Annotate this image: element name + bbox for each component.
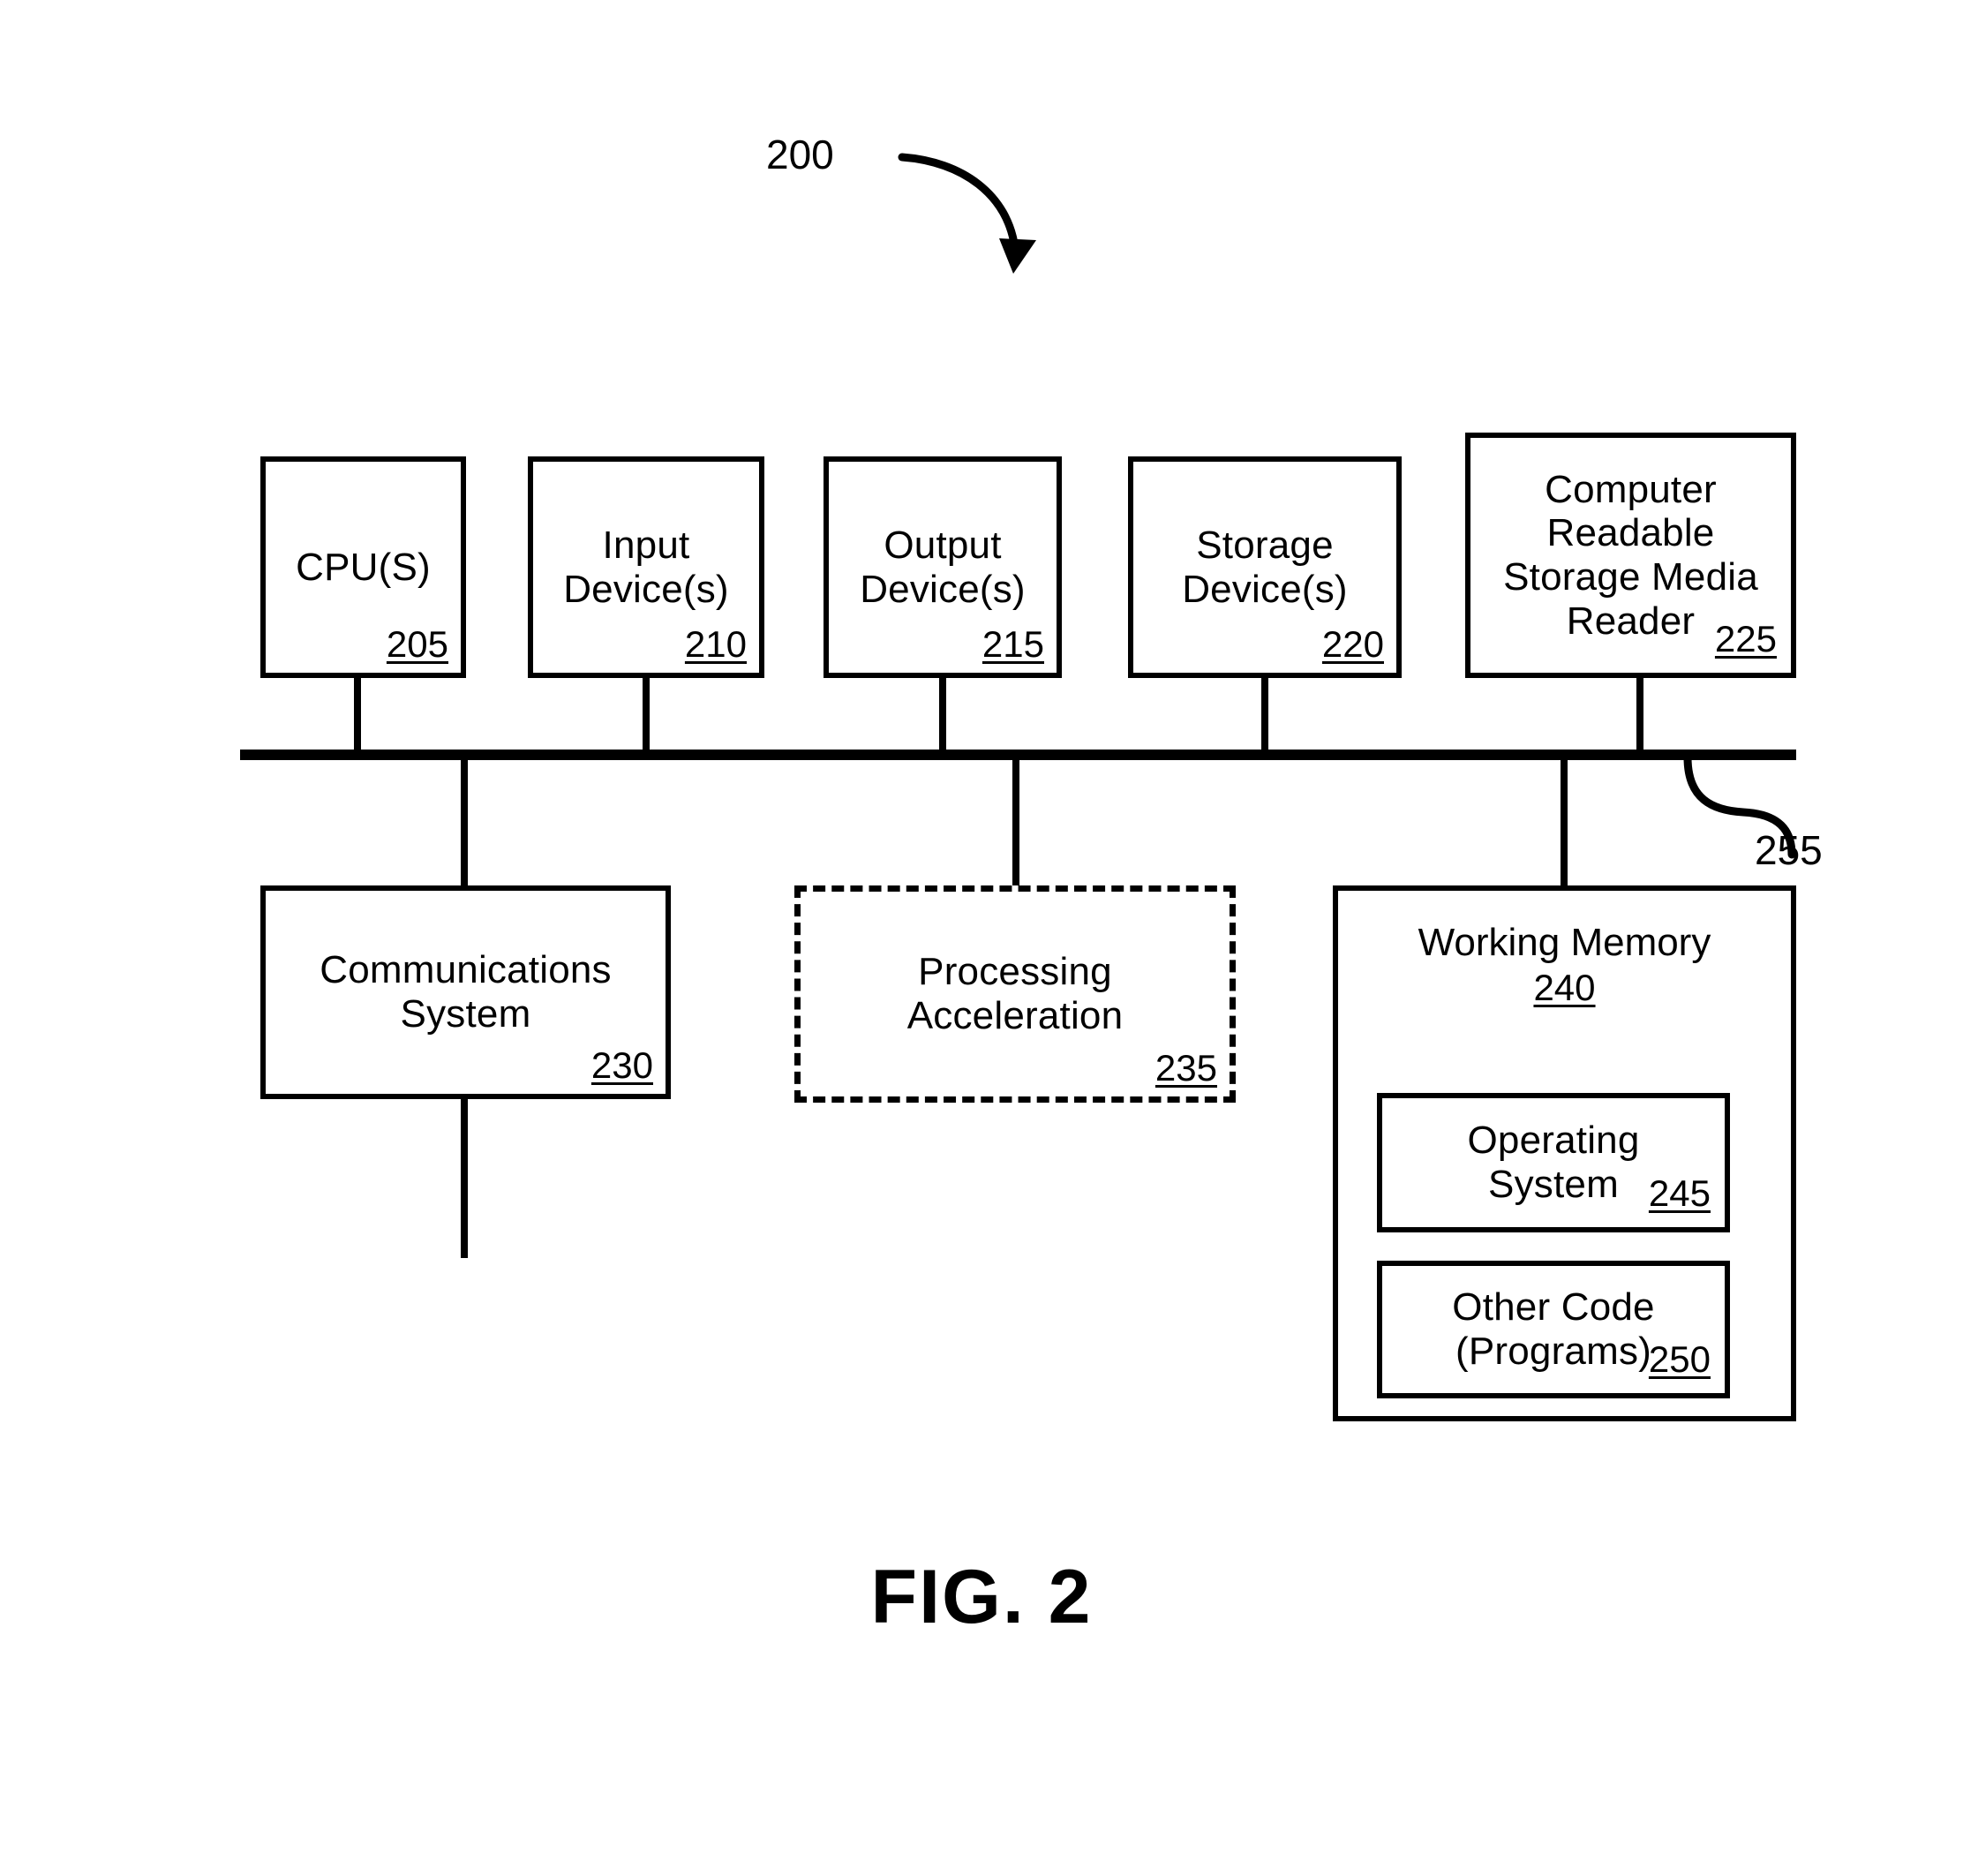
patent-figure-200: 200 CPU(S) 205 Input Device(s) 210 Outpu… [0, 0, 1963, 1876]
node-other-code-programs: Other Code (Programs) 250 [1377, 1261, 1730, 1398]
callout-arrow-200 [898, 153, 1036, 274]
figure-reference-200: 200 [766, 132, 834, 177]
node-communications-system-title: Communications System [320, 948, 612, 1036]
node-processing-acceleration-ref: 235 [1154, 1047, 1217, 1089]
bus-reference-255: 255 [1755, 827, 1823, 873]
node-working-memory-title: Working Memory [1418, 921, 1711, 964]
node-cpu-title: CPU(S) [296, 545, 431, 589]
node-cpu-ref: 205 [386, 623, 448, 665]
node-operating-system-ref: 245 [1648, 1172, 1711, 1214]
node-output-devices-ref: 215 [982, 623, 1044, 665]
node-input-devices-ref: 210 [684, 623, 747, 665]
node-other-code-programs-ref: 250 [1648, 1338, 1711, 1380]
node-input-devices: Input Device(s) 210 [528, 456, 764, 678]
node-crsm-ref: 225 [1714, 618, 1777, 659]
node-operating-system: Operating System 245 [1377, 1093, 1730, 1232]
node-communications-system-ref: 230 [590, 1044, 653, 1086]
node-output-devices-title: Output Device(s) [860, 523, 1026, 611]
node-other-code-programs-title: Other Code (Programs) [1452, 1285, 1655, 1373]
node-working-memory-ref: 240 [1533, 966, 1596, 1008]
node-crsm-title: Computer Readable Storage Media Reader [1503, 467, 1758, 643]
node-storage-devices-ref: 220 [1321, 623, 1384, 665]
node-communications-system: Communications System 230 [260, 885, 671, 1099]
node-computer-readable-storage-media-reader: Computer Readable Storage Media Reader 2… [1465, 433, 1796, 678]
figure-caption: FIG. 2 [870, 1555, 1093, 1639]
node-operating-system-title: Operating System [1467, 1119, 1640, 1206]
node-storage-devices: Storage Device(s) 220 [1128, 456, 1402, 678]
node-storage-devices-title: Storage Device(s) [1182, 523, 1348, 611]
node-processing-acceleration-title: Processing Acceleration [906, 950, 1124, 1037]
node-output-devices: Output Device(s) 215 [824, 456, 1062, 678]
node-input-devices-title: Input Device(s) [563, 523, 729, 611]
node-cpu: CPU(S) 205 [260, 456, 466, 678]
node-processing-acceleration: Processing Acceleration 235 [794, 885, 1236, 1103]
